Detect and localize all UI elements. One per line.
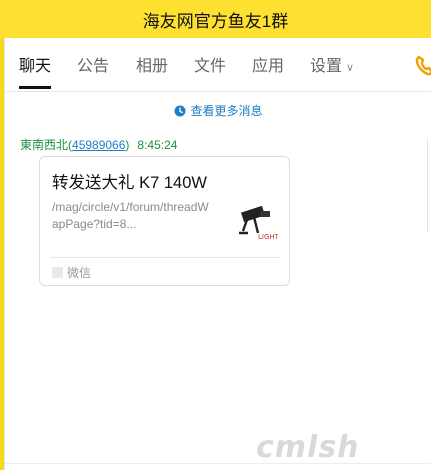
side-panel-edge <box>427 138 431 233</box>
tab-announcements[interactable]: 公告 <box>77 56 109 82</box>
message-sender-line: 東南西北(45989066) 8:45:24 <box>20 138 178 152</box>
tab-bar: 聊天 公告 相册 文件 应用 设置 ∨ <box>5 38 431 92</box>
svg-text:LIGHT: LIGHT <box>258 233 278 241</box>
phone-icon[interactable] <box>415 54 431 78</box>
card-url: /mag/circle/v1/forum/threadWapPage?tid=8… <box>52 200 209 231</box>
sender-qq-number[interactable]: 45989066 <box>72 138 125 152</box>
chat-window: 聊天 公告 相册 文件 应用 设置 ∨ 查看更多消息 東南西北(45989066)… <box>4 38 431 470</box>
tab-settings[interactable]: 设置 ∨ <box>310 56 354 82</box>
tab-chat[interactable]: 聊天 <box>19 56 52 89</box>
tab-apps[interactable]: 应用 <box>252 56 284 82</box>
input-area-divider <box>5 463 431 464</box>
tab-files[interactable]: 文件 <box>194 56 226 82</box>
card-title: 转发送大礼 K7 140W <box>52 174 207 192</box>
card-source: 微信 <box>52 264 91 281</box>
window-title: 海友网官方鱼友1群 <box>142 11 289 31</box>
window-title-bar: 海友网官方鱼友1群 <box>0 0 431 38</box>
wechat-icon <box>52 267 63 278</box>
tab-album[interactable]: 相册 <box>136 56 168 82</box>
card-divider <box>50 257 279 258</box>
card-thumbnail-image: LIGHT <box>239 205 278 241</box>
sender-name[interactable]: 東南西北 <box>20 138 68 152</box>
message-time: 8:45:24 <box>137 138 178 152</box>
chevron-down-icon: ∨ <box>346 62 355 74</box>
watermark-logo: cmlsh <box>256 430 360 465</box>
clock-icon <box>174 105 186 117</box>
view-more-messages-link[interactable]: 查看更多消息 <box>5 102 431 119</box>
shared-link-card[interactable]: 转发送大礼 K7 140W /mag/circle/v1/forum/threa… <box>39 156 290 286</box>
